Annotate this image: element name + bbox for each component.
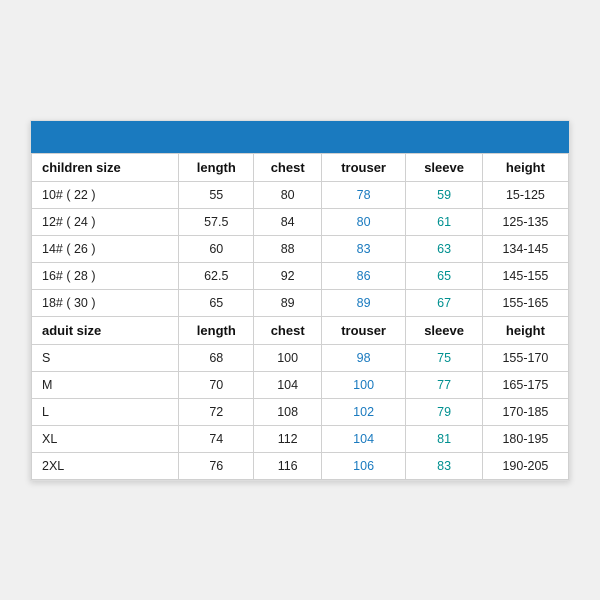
children-cell-4-3: 89 — [321, 289, 405, 316]
children-cell-1-2: 84 — [254, 208, 321, 235]
adult-header-col-3: trouser — [321, 316, 405, 344]
adult-cell-4-0: 2XL — [32, 452, 179, 479]
adult-row-0: S681009875155-170 — [32, 344, 569, 371]
adult-cell-3-1: 74 — [179, 425, 254, 452]
adult-cell-2-1: 72 — [179, 398, 254, 425]
adult-cell-4-3: 106 — [321, 452, 405, 479]
adult-cell-4-5: 190-205 — [482, 452, 568, 479]
adult-cell-3-0: XL — [32, 425, 179, 452]
adult-cell-1-1: 70 — [179, 371, 254, 398]
children-cell-0-0: 10# ( 22 ) — [32, 181, 179, 208]
adult-row-4: 2XL7611610683190-205 — [32, 452, 569, 479]
adult-cell-4-2: 116 — [254, 452, 321, 479]
adult-cell-2-4: 79 — [406, 398, 483, 425]
children-header-col-2: chest — [254, 153, 321, 181]
adult-cell-2-0: L — [32, 398, 179, 425]
children-header-col-3: trouser — [321, 153, 405, 181]
children-header-col-0: children size — [32, 153, 179, 181]
adult-row-1: M7010410077165-175 — [32, 371, 569, 398]
children-cell-3-2: 92 — [254, 262, 321, 289]
adult-row-2: L7210810279170-185 — [32, 398, 569, 425]
children-cell-1-4: 61 — [406, 208, 483, 235]
children-cell-2-4: 63 — [406, 235, 483, 262]
children-header-col-5: height — [482, 153, 568, 181]
children-row-0: 10# ( 22 )5580785915-125 — [32, 181, 569, 208]
children-cell-0-5: 15-125 — [482, 181, 568, 208]
adult-cell-0-4: 75 — [406, 344, 483, 371]
children-cell-4-4: 67 — [406, 289, 483, 316]
children-row-4: 18# ( 30 )65898967155-165 — [32, 289, 569, 316]
children-cell-3-0: 16# ( 28 ) — [32, 262, 179, 289]
children-header-col-1: length — [179, 153, 254, 181]
children-cell-3-4: 65 — [406, 262, 483, 289]
adult-row-3: XL7411210481180-195 — [32, 425, 569, 452]
children-cell-0-4: 59 — [406, 181, 483, 208]
adult-cell-3-5: 180-195 — [482, 425, 568, 452]
children-cell-4-0: 18# ( 30 ) — [32, 289, 179, 316]
adult-cell-1-3: 100 — [321, 371, 405, 398]
adult-cell-0-0: S — [32, 344, 179, 371]
adult-cell-1-2: 104 — [254, 371, 321, 398]
adult-cell-4-1: 76 — [179, 452, 254, 479]
adult-header-col-2: chest — [254, 316, 321, 344]
adult-header-col-0: aduit size — [32, 316, 179, 344]
adult-cell-0-2: 100 — [254, 344, 321, 371]
children-cell-0-3: 78 — [321, 181, 405, 208]
size-chart-card: children sizelengthchesttrousersleevehei… — [30, 120, 570, 481]
adult-cell-2-2: 108 — [254, 398, 321, 425]
adult-cell-2-5: 170-185 — [482, 398, 568, 425]
adult-cell-4-4: 83 — [406, 452, 483, 479]
children-cell-4-5: 155-165 — [482, 289, 568, 316]
children-cell-2-5: 134-145 — [482, 235, 568, 262]
size-table: children sizelengthchesttrousersleevehei… — [31, 153, 569, 480]
adult-header-col-5: height — [482, 316, 568, 344]
children-row-1: 12# ( 24 )57.5848061125-135 — [32, 208, 569, 235]
adult-cell-0-5: 155-170 — [482, 344, 568, 371]
adult-cell-1-5: 165-175 — [482, 371, 568, 398]
children-cell-2-0: 14# ( 26 ) — [32, 235, 179, 262]
children-cell-2-2: 88 — [254, 235, 321, 262]
adult-cell-3-3: 104 — [321, 425, 405, 452]
children-cell-3-3: 86 — [321, 262, 405, 289]
children-cell-4-1: 65 — [179, 289, 254, 316]
chart-title — [31, 121, 569, 153]
children-cell-1-5: 125-135 — [482, 208, 568, 235]
adult-cell-1-4: 77 — [406, 371, 483, 398]
children-cell-1-0: 12# ( 24 ) — [32, 208, 179, 235]
children-cell-0-2: 80 — [254, 181, 321, 208]
children-cell-1-3: 80 — [321, 208, 405, 235]
adult-cell-0-1: 68 — [179, 344, 254, 371]
children-cell-3-5: 145-155 — [482, 262, 568, 289]
adult-header-col-1: length — [179, 316, 254, 344]
adult-cell-3-4: 81 — [406, 425, 483, 452]
children-row-3: 16# ( 28 )62.5928665145-155 — [32, 262, 569, 289]
children-row-2: 14# ( 26 )60888363134-145 — [32, 235, 569, 262]
adult-cell-3-2: 112 — [254, 425, 321, 452]
children-cell-4-2: 89 — [254, 289, 321, 316]
adult-cell-2-3: 102 — [321, 398, 405, 425]
children-cell-0-1: 55 — [179, 181, 254, 208]
children-cell-3-1: 62.5 — [179, 262, 254, 289]
adult-cell-0-3: 98 — [321, 344, 405, 371]
children-cell-2-1: 60 — [179, 235, 254, 262]
children-cell-1-1: 57.5 — [179, 208, 254, 235]
children-cell-2-3: 83 — [321, 235, 405, 262]
children-header-col-4: sleeve — [406, 153, 483, 181]
adult-cell-1-0: M — [32, 371, 179, 398]
adult-header-col-4: sleeve — [406, 316, 483, 344]
